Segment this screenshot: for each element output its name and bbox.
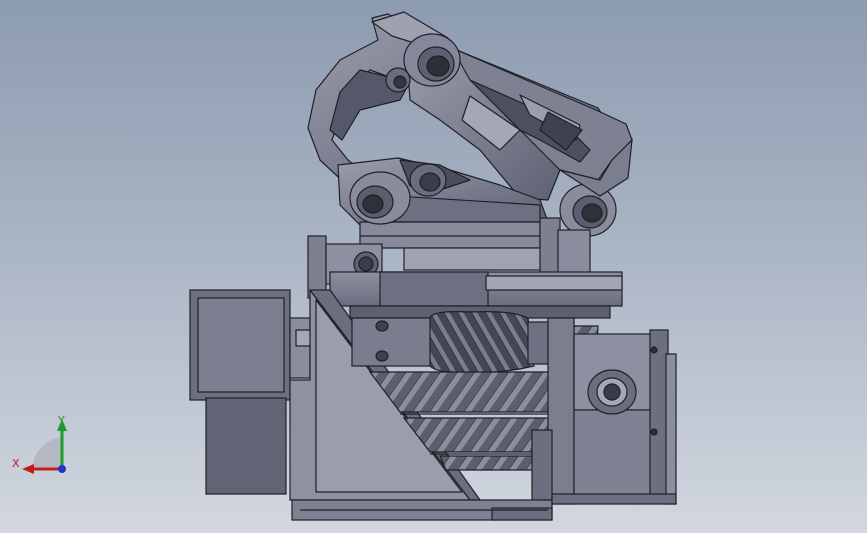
3d-model-view[interactable] (0, 0, 867, 533)
worm-gear[interactable] (351, 311, 579, 373)
cad-viewport[interactable]: Y X (0, 0, 867, 533)
x-axis-label: X (12, 457, 20, 470)
y-axis-label: Y (57, 414, 65, 427)
triad-plane-shade (32, 437, 62, 469)
z-axis-dot (58, 465, 66, 473)
axis-triad[interactable]: Y X (10, 405, 90, 485)
bearing-mount[interactable] (531, 317, 677, 505)
x-axis-arrowhead (22, 464, 34, 474)
